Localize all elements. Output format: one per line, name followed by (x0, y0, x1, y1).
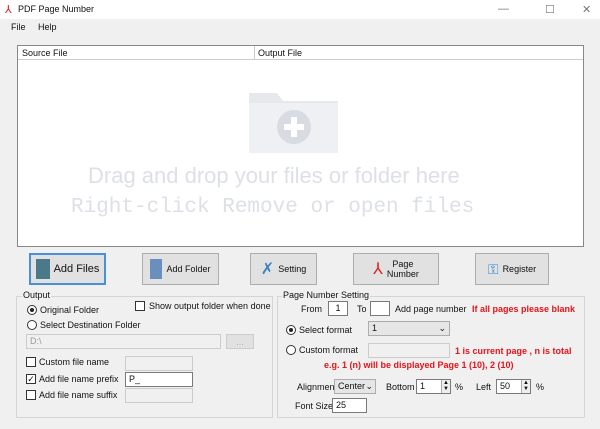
alignment-select[interactable]: Center ⌄ (334, 379, 376, 394)
from-input[interactable]: 1 (328, 301, 348, 316)
page-label: Page (392, 259, 414, 269)
chevron-down-icon: ⌄ (438, 323, 446, 333)
left-spinner[interactable]: 50 ▲ ▼ (496, 379, 531, 394)
file-icon (35, 259, 50, 279)
column-output-file[interactable]: Output File (258, 48, 302, 58)
custom-format-label: Custom format (299, 345, 359, 355)
menu-file[interactable]: File (11, 22, 26, 32)
app-icon: ⅄ (5, 4, 12, 16)
output-title: Output (22, 290, 52, 300)
to-input[interactable] (370, 301, 390, 316)
setting-label: Setting (278, 264, 307, 274)
custom-format-input[interactable] (368, 343, 450, 358)
format-select[interactable]: 1 ⌄ (368, 321, 450, 336)
list-header: Source File Output File (18, 46, 583, 60)
column-source-file[interactable]: Source File (22, 48, 68, 58)
custom-note: 1 is current page , n is total (455, 346, 572, 356)
suffix-checkbox[interactable] (26, 390, 36, 400)
bottom-percent: % (455, 382, 464, 392)
add-folder-label: Add Folder (166, 264, 211, 274)
page-number-title: Page Number Setting (282, 290, 371, 300)
select-format-label: Select format (299, 325, 353, 335)
example-note: e.g. 1 (n) will be displayed Page 1 (10)… (324, 360, 514, 370)
prefix-checkbox[interactable]: ✓ (26, 374, 36, 384)
add-files-button[interactable]: Add Files (29, 253, 106, 285)
suffix-label: Add file name suffix (39, 390, 118, 400)
original-folder-radio[interactable] (27, 305, 37, 315)
select-destination-radio[interactable] (27, 320, 37, 330)
prefix-label: Add file name prefix (39, 374, 119, 384)
to-label: To (357, 304, 367, 314)
custom-name-checkbox[interactable] (26, 357, 36, 367)
suffix-input[interactable] (125, 388, 193, 403)
file-list[interactable]: Source File Output File Drag and drop yo… (17, 45, 584, 247)
spinner-arrows-icon[interactable]: ▲ ▼ (441, 380, 450, 393)
prefix-input[interactable]: P_ (125, 372, 193, 387)
pdf-icon: ⅄ (373, 261, 383, 278)
title-bar: ⅄ PDF Page Number — ☐ ✕ (0, 0, 600, 19)
minimize-button[interactable]: — (498, 3, 509, 15)
add-folder-button[interactable]: Add Folder (142, 253, 219, 285)
bottom-spinner[interactable]: 1 ▲ ▼ (416, 379, 451, 394)
left-value: 50 (500, 381, 511, 391)
custom-name-label: Custom file name (39, 357, 110, 367)
add-page-number-label: Add page number (395, 304, 467, 314)
browse-button[interactable]: ... (226, 334, 254, 349)
chevron-down-icon: ⌄ (365, 381, 373, 391)
alignment-label: Alignmen (297, 382, 335, 392)
window-title: PDF Page Number (18, 4, 95, 14)
bottom-value: 1 (420, 381, 426, 391)
custom-name-input[interactable] (125, 356, 193, 371)
close-button[interactable]: ✕ (582, 3, 591, 16)
left-percent: % (536, 382, 545, 392)
key-icon: ⚿ (487, 260, 499, 277)
custom-format-radio[interactable] (286, 345, 296, 355)
original-folder-label: Original Folder (40, 305, 100, 315)
page-number-button[interactable]: ⅄ Page Number (353, 253, 439, 285)
folder-add-icon (249, 93, 338, 153)
from-label: From (301, 304, 322, 314)
format-value: 1 (372, 323, 378, 333)
left-label: Left (476, 382, 492, 392)
show-output-checkbox[interactable] (135, 301, 145, 311)
number-label: Number (386, 269, 419, 279)
spinner-arrows-icon[interactable]: ▲ ▼ (521, 380, 530, 393)
remove-hint: Right-click Remove or open files (71, 196, 475, 219)
maximize-button[interactable]: ☐ (545, 3, 555, 16)
show-output-label: Show output folder when done (149, 301, 271, 311)
tools-icon: ✗ (260, 261, 275, 278)
font-size-input[interactable]: 25 (332, 398, 367, 413)
bottom-label: Bottom (386, 382, 415, 392)
font-size-label: Font Size (295, 401, 334, 411)
folder-icon (150, 259, 163, 279)
alignment-value: Center (338, 381, 366, 391)
destination-path-input[interactable]: D:\ (26, 334, 221, 349)
add-files-label: Add Files (53, 263, 100, 275)
drop-hint: Drag and drop your files or folder here (88, 163, 460, 188)
select-destination-label: Select Destination Folder (40, 320, 141, 330)
menu-help[interactable]: Help (38, 22, 57, 32)
blank-note: If all pages please blank (472, 304, 576, 314)
register-button[interactable]: ⚿ Register (475, 253, 549, 285)
setting-button[interactable]: ✗ Setting (250, 253, 317, 285)
select-format-radio[interactable] (286, 325, 296, 335)
register-label: Register (502, 264, 537, 274)
